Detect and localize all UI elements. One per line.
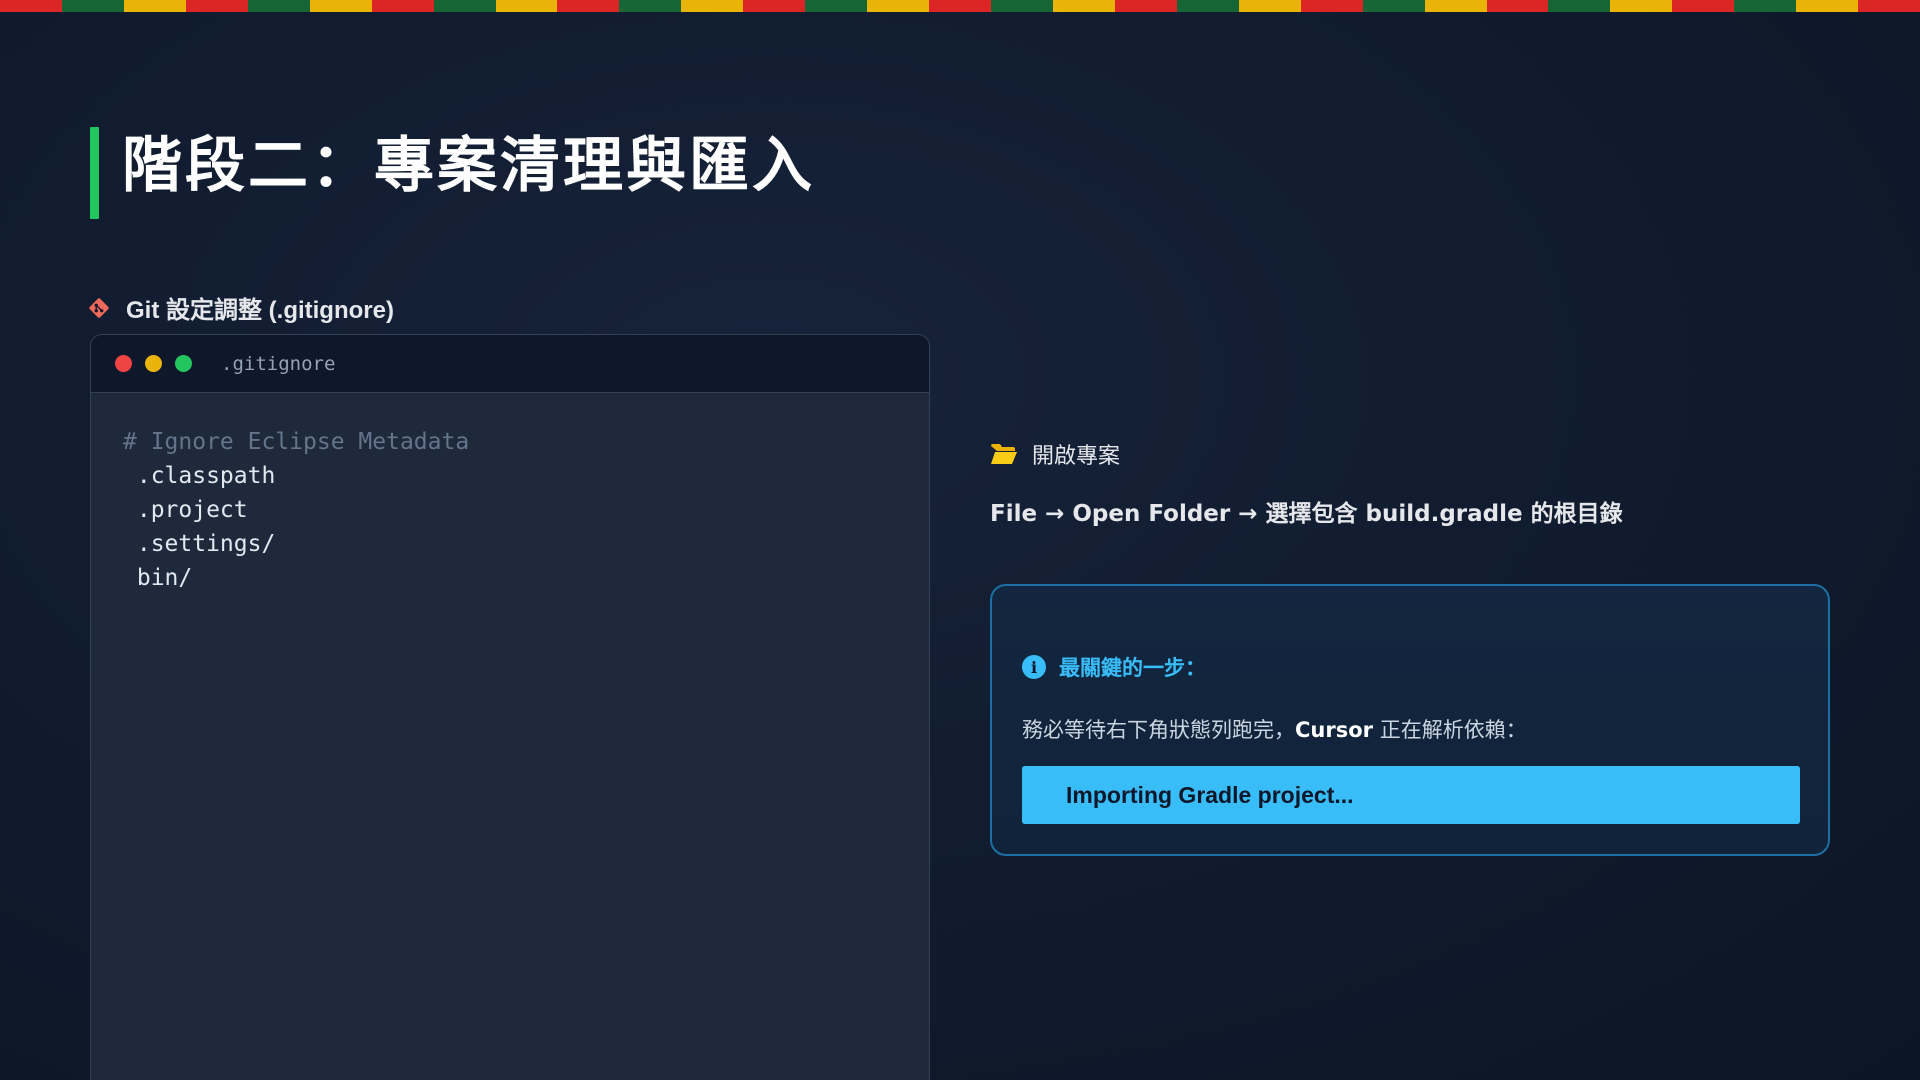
gradle-import-progress-bar: Importing Gradle project... (1022, 766, 1800, 824)
stripe-segment (557, 0, 620, 12)
code-comment-line: # Ignore Eclipse Metadata (123, 429, 470, 455)
stripe-segment (1238, 0, 1301, 12)
stripe-segment (1548, 0, 1611, 12)
info-icon: i (1022, 655, 1046, 679)
stripe-segment (805, 0, 868, 12)
git-section-label: Git 設定調整 (.gitignore) (126, 297, 394, 324)
stripe-segment (495, 0, 558, 12)
stripe-segment (991, 0, 1053, 12)
stripe-segment (1114, 0, 1177, 12)
code-body: # Ignore Eclipse Metadata .classpath .pr… (91, 393, 929, 627)
page-title: 階段二：專案清理與匯入 (122, 131, 815, 201)
stripe-segment (0, 0, 62, 12)
callout-desc-after: 正在解析依賴： (1373, 718, 1527, 742)
close-dot-icon (115, 355, 132, 372)
callout-title: i 最關鍵的一步： (1022, 652, 1206, 682)
code-line: .classpath (123, 463, 276, 489)
git-icon (89, 297, 109, 318)
stripe-segment (867, 0, 930, 12)
code-filename: .gitignore (221, 352, 336, 375)
stripe-segment (619, 0, 682, 12)
stripe-segment (929, 0, 991, 12)
stripe-segment (309, 0, 372, 12)
title-accent-bar (90, 127, 99, 219)
info-callout: i 最關鍵的一步： 務必等待右下角狀態列跑完，Cursor 正在解析依賴： Im… (990, 584, 1830, 856)
minimize-dot-icon (145, 355, 162, 372)
stripe-segment (1424, 0, 1487, 12)
git-section-heading: Git 設定調整 (.gitignore) (88, 290, 394, 325)
callout-title-text: 最關鍵的一步： (1059, 656, 1206, 680)
stripe-segment (1858, 0, 1920, 12)
stripe-segment (123, 0, 186, 12)
open-folder-icon (991, 444, 1017, 464)
stripe-segment (1176, 0, 1239, 12)
stripe-segment (1796, 0, 1859, 12)
callout-desc-before: 務必等待右下角狀態列跑完， (1022, 718, 1295, 742)
code-window: .gitignore # Ignore Eclipse Metadata .cl… (90, 334, 930, 1080)
progress-label: Importing Gradle project... (1066, 782, 1354, 808)
stripe-segment (247, 0, 310, 12)
stripe-segment (1486, 0, 1549, 12)
stripe-segment (1362, 0, 1425, 12)
top-decorative-stripe (0, 0, 1920, 12)
stripe-segment (61, 0, 124, 12)
stripe-segment (1734, 0, 1797, 12)
stripe-segment (1610, 0, 1673, 12)
callout-desc-bold: Cursor (1295, 718, 1374, 742)
callout-description: 務必等待右下角狀態列跑完，Cursor 正在解析依賴： (1022, 714, 1527, 744)
stripe-segment (1300, 0, 1363, 12)
open-project-heading: 開啟專案 (990, 438, 1120, 470)
stripe-segment (1672, 0, 1735, 12)
code-line: .project (123, 497, 248, 523)
code-window-titlebar: .gitignore (91, 335, 929, 393)
stripe-segment (185, 0, 248, 12)
open-project-label: 開啟專案 (1032, 444, 1121, 469)
stripe-segment (743, 0, 806, 12)
maximize-dot-icon (175, 355, 192, 372)
open-folder-path: File → Open Folder → 選擇包含 build.gradle 的… (990, 501, 1623, 527)
stripe-segment (371, 0, 434, 12)
stripe-segment (433, 0, 496, 12)
stripe-segment (681, 0, 744, 12)
stripe-segment (1052, 0, 1115, 12)
code-line: .settings/ (123, 531, 276, 557)
code-line: bin/ (123, 565, 193, 591)
